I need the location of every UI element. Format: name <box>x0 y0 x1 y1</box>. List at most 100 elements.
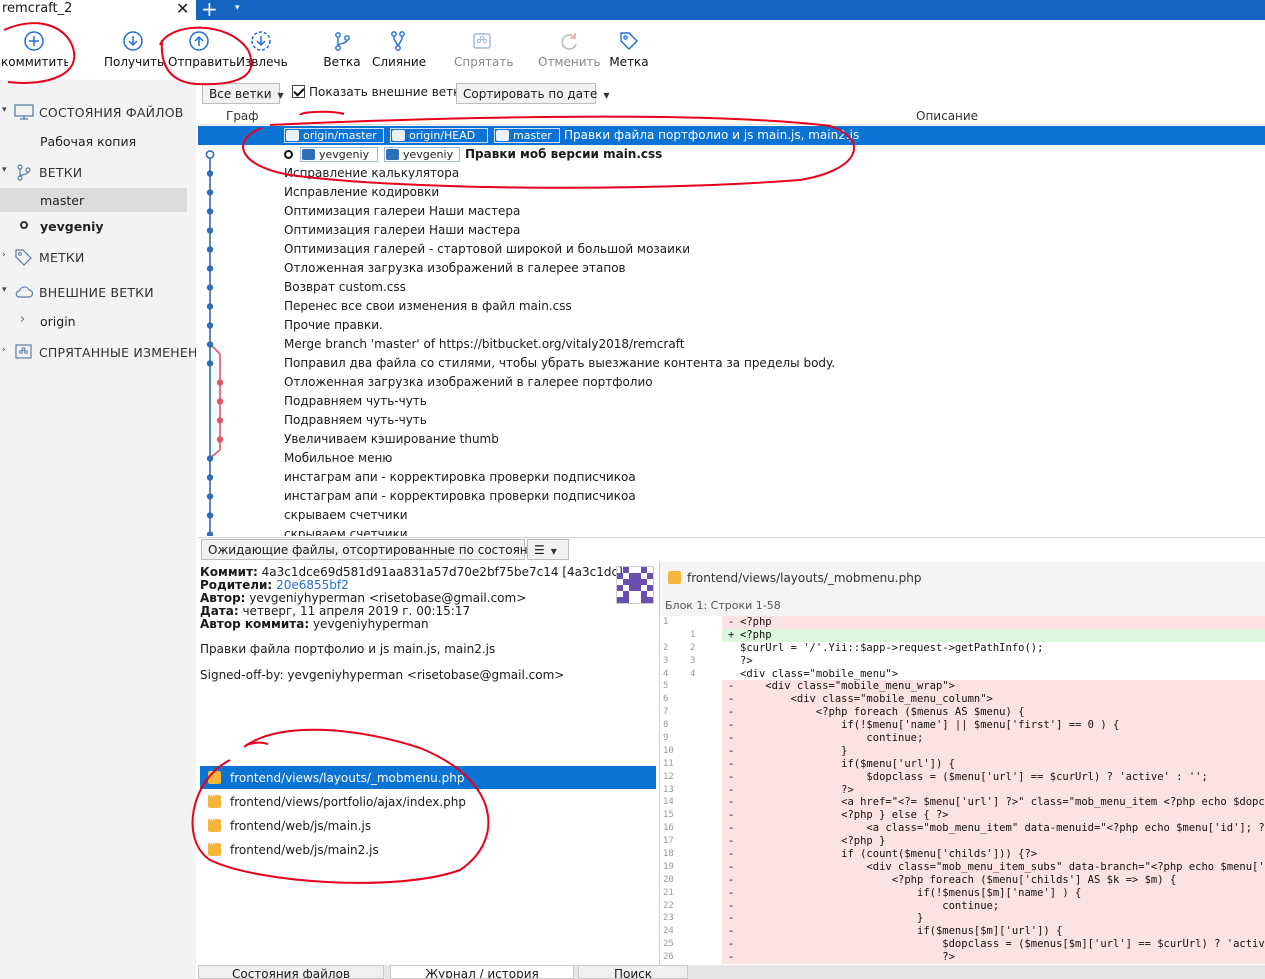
graph-column-header[interactable]: Граф <box>226 109 259 123</box>
discard-icon <box>561 33 577 50</box>
commit-list[interactable]: origin/master origin/HEAD master Правки … <box>198 126 1265 536</box>
file-row[interactable]: frontend/web/js/main.js <box>200 814 656 837</box>
sidebar-section-file-status[interactable]: ▾ СОСТОЯНИЯ ФАЙЛОВ <box>0 102 196 124</box>
commit-row[interactable]: Прочие правки. <box>198 316 1265 335</box>
show-remote-checkbox[interactable]: Показать внешние ветки <box>292 85 468 99</box>
commit-row[interactable]: Отложенная загрузка изображений в галере… <box>198 259 1265 278</box>
parent-hash-link[interactable]: 20e6855bf2 <box>276 578 349 592</box>
diff-viewer[interactable]: frontend/views/layouts/_mobmenu.php Блок… <box>659 562 1265 965</box>
old-line-number: 3 <box>663 655 669 666</box>
tab-search[interactable]: Поиск <box>578 965 688 979</box>
chevron-down-icon[interactable]: ▾ <box>235 3 240 13</box>
push-button[interactable]: Отправить <box>168 30 236 78</box>
tag-label: Метка <box>609 55 649 69</box>
commit-row[interactable]: скрываем счетчики <box>198 525 1265 536</box>
sidebar-item-working-copy[interactable]: Рабочая копия <box>0 129 187 153</box>
diff-sign: - <box>728 744 735 757</box>
commit-row[interactable]: Merge branch 'master' of https://bitbuck… <box>198 335 1265 354</box>
file-row[interactable]: frontend/views/layouts/_mobmenu.php <box>200 766 656 789</box>
tag-button[interactable]: Метка <box>608 30 650 78</box>
diff-line: 9 - continue; <box>660 732 1265 745</box>
tab-log-history[interactable]: Журнал / история <box>390 965 574 979</box>
modified-file-icon <box>668 571 681 584</box>
commit-row[interactable]: Исправление кодировки <box>198 183 1265 202</box>
merge-button[interactable]: Слияние <box>372 30 426 78</box>
commit-row[interactable]: Оптимизация галереи Наши мастера <box>198 221 1265 240</box>
branch-ref-badge[interactable]: master <box>494 128 560 143</box>
commit-message: Увеличиваем кэширование thumb <box>284 432 499 446</box>
commit-row[interactable]: Исправление калькулятора <box>198 164 1265 183</box>
branch-button[interactable]: Ветка <box>322 30 362 78</box>
modified-file-icon <box>208 768 221 784</box>
commit-row[interactable]: Увеличиваем кэширование thumb <box>198 430 1265 449</box>
sidebar-section-stashes[interactable]: › СПРЯТАННЫЕ ИЗМЕНЕНИЯ <box>0 342 196 364</box>
sidebar-section-label: ВНЕШНИЕ ВЕТКИ <box>39 285 154 300</box>
discard-button[interactable]: Отменить <box>538 30 601 78</box>
plus-circle-icon <box>24 31 44 51</box>
commit-message: Подравняем чуть-чуть <box>284 394 427 408</box>
commit-row[interactable]: скрываем счетчики <box>198 506 1265 525</box>
fetch-button[interactable]: Извлечь <box>236 30 288 78</box>
pull-button[interactable]: Получить <box>104 30 164 78</box>
tag-icon <box>620 32 638 50</box>
branch-ref-badge[interactable]: origin/master <box>284 128 384 143</box>
repo-tab[interactable]: remcraft_2 <box>0 0 196 20</box>
sidebar-item-origin[interactable]: › origin <box>0 309 187 333</box>
old-line-number: 22 <box>663 900 674 911</box>
branch-ref-badge[interactable]: yevgeniy <box>300 147 378 162</box>
commit-message: Отложенная загрузка изображений в галере… <box>284 261 626 275</box>
chevron-down-icon: ▼ <box>550 547 557 556</box>
sidebar-section-tags[interactable]: › МЕТКИ <box>0 247 196 269</box>
remote-ref-badge[interactable]: yevgeniy <box>384 147 460 162</box>
commit-row[interactable]: Поправил два файла со стилями, чтобы убр… <box>198 354 1265 373</box>
commit-message: Оптимизация галереи Наши мастера <box>284 223 521 237</box>
stash-button[interactable]: Спрятать <box>454 30 513 78</box>
commit-button[interactable]: Закоммитить <box>0 30 68 78</box>
sidebar-section-label: ВЕТКИ <box>39 165 83 180</box>
sidebar-section-branches[interactable]: ▾ ВЕТКИ <box>0 162 196 184</box>
old-line-number: 25 <box>663 939 674 950</box>
branch-ref-badge[interactable]: origin/HEAD <box>390 128 488 143</box>
file-row[interactable]: frontend/web/js/main2.js <box>200 838 656 861</box>
sidebar-item-label: yevgeniy <box>40 219 104 234</box>
commit-row[interactable]: origin/master origin/HEAD master Правки … <box>198 126 1265 145</box>
branch-filter-select[interactable]: Все ветки ▼ <box>202 83 284 104</box>
commit-row[interactable]: Отложенная загрузка изображений в галере… <box>198 373 1265 392</box>
commit-row[interactable]: Подравняем чуть-чуть <box>198 392 1265 411</box>
branch-icon <box>14 163 34 184</box>
commit-row[interactable]: Возврат custom.css <box>198 278 1265 297</box>
old-line-number: 8 <box>663 720 669 731</box>
commit-row[interactable]: Оптимизация галерей - стартовой широкой … <box>198 240 1265 259</box>
diff-line: 10 - } <box>660 744 1265 758</box>
fetch-label: Извлечь <box>236 55 288 69</box>
commit-row[interactable]: Мобильное меню <box>198 449 1265 468</box>
commit-row[interactable]: yevgeniy yevgeniy Правки моб версии main… <box>198 145 1265 164</box>
old-line-number: 12 <box>663 771 674 782</box>
file-row[interactable]: frontend/views/portfolio/ajax/index.php <box>200 790 656 813</box>
commit-row[interactable]: инстаграм апи - корректировка проверки п… <box>198 468 1265 487</box>
diff-sign: - <box>728 835 735 848</box>
diff-sign: - <box>728 886 735 899</box>
pending-files-select[interactable]: Ожидающие файлы, отсортированные по сост… <box>201 539 558 560</box>
commit-row[interactable]: Оптимизация галереи Наши мастера <box>198 202 1265 221</box>
old-line-number: 10 <box>663 745 674 756</box>
commit-row[interactable]: инстаграм апи - корректировка проверки п… <box>198 487 1265 506</box>
sort-select[interactable]: Сортировать по дате ▼ <box>456 83 610 104</box>
diff-line: 23 - } <box>660 912 1265 926</box>
diff-line: 12 - $dopclass = ($menu['url'] == $curUrl… <box>660 770 1265 784</box>
sidebar-section-remotes[interactable]: ▾ ВНЕШНИЕ ВЕТКИ <box>0 282 196 304</box>
sidebar-item-master[interactable]: master <box>0 188 187 212</box>
diff-line: 15 - <?php } else { ?> <box>660 809 1265 823</box>
add-tab-icon[interactable]: + <box>201 0 218 20</box>
tab-file-status[interactable]: Состояния файлов <box>198 965 384 979</box>
old-line-number: 5 <box>663 681 669 692</box>
old-line-number: 17 <box>663 836 674 847</box>
sidebar-item-yevgeniy[interactable]: yevgeniy <box>0 214 187 238</box>
commit-message: инстаграм апи - корректировка проверки п… <box>284 489 636 503</box>
description-column-header[interactable]: Описание <box>916 109 978 123</box>
diff-code: if(!$menus[$m]['name'] ) { <box>740 886 1082 899</box>
commit-row[interactable]: Подравняем чуть-чуть <box>198 411 1265 430</box>
close-icon[interactable]: ✕ <box>176 0 189 18</box>
view-mode-select[interactable]: ☰ ▼ <box>527 539 569 560</box>
commit-row[interactable]: Перенес все свои изменения в файл main.c… <box>198 297 1265 316</box>
